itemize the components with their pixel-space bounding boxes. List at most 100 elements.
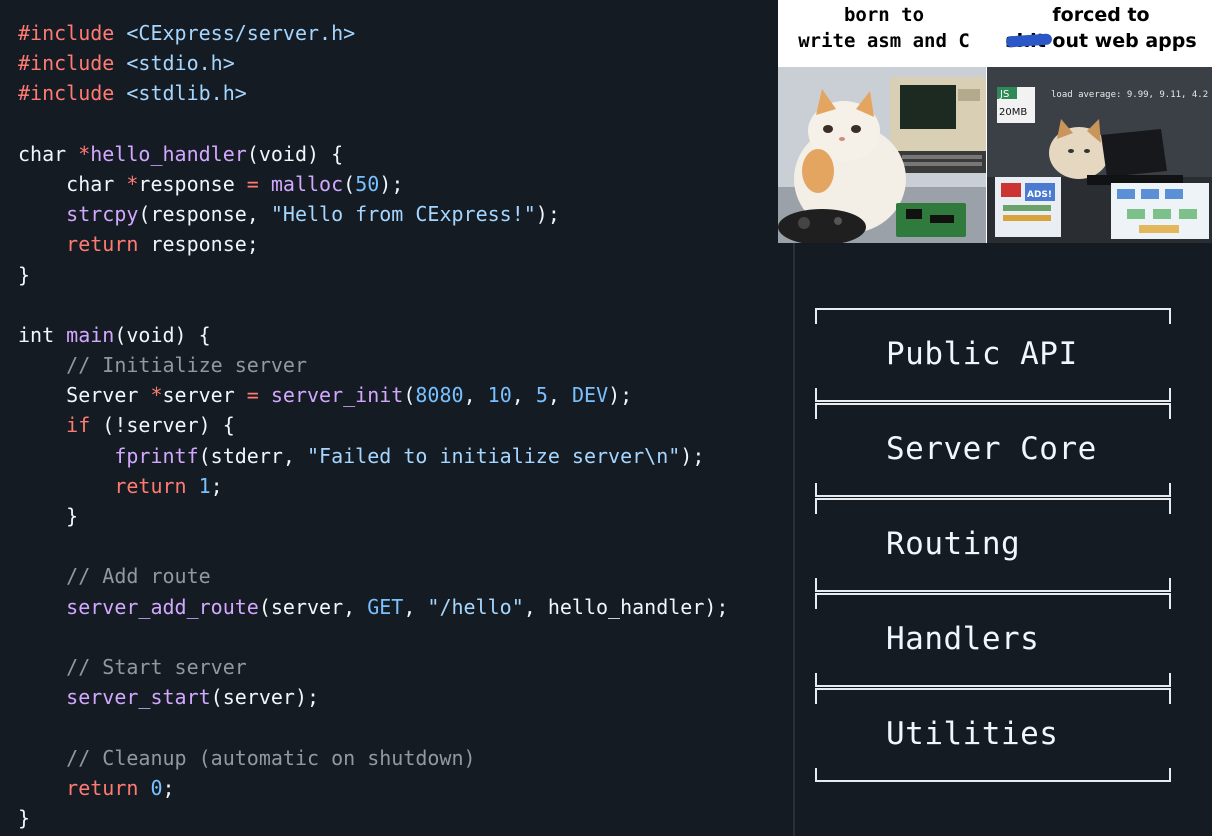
- code-token: }: [18, 805, 31, 830]
- code-token: main: [66, 322, 115, 347]
- code-token: 5: [535, 383, 548, 408]
- code-line: }: [18, 803, 728, 833]
- code-line: if (!server) {: [18, 410, 728, 440]
- meme-photo-webapp-cat: JS 20MB load average: 9.99, 9.11, 4.2 AD…: [987, 67, 1212, 243]
- code-token: char: [18, 141, 79, 166]
- code-token: );: [379, 171, 404, 196]
- code-token: GET: [367, 594, 404, 619]
- code-token: "Failed to initialize server\n": [307, 443, 681, 468]
- ads-label: ADS!: [1027, 190, 1052, 200]
- code-token: 10: [487, 383, 512, 408]
- code-token: );: [608, 383, 633, 408]
- code-token: (stderr,: [198, 443, 307, 468]
- code-token: // Start server: [18, 654, 247, 679]
- code-token: ;: [162, 775, 175, 800]
- code-token: hello_handler: [90, 141, 247, 166]
- layer-server-core: Server Core: [815, 403, 1171, 497]
- code-token: ,: [463, 383, 488, 408]
- code-token: char: [18, 171, 127, 196]
- code-token: strcpy: [66, 202, 139, 227]
- code-token: return: [114, 473, 187, 498]
- layer-handlers: Handlers: [815, 593, 1171, 687]
- code-token: ,: [403, 594, 428, 619]
- code-token: (: [343, 171, 356, 196]
- code-line: #include <stdlib.h>: [18, 78, 728, 108]
- code-line: char *response = malloc(50);: [18, 169, 728, 199]
- code-token: }: [18, 504, 79, 528]
- code-token: return: [66, 775, 139, 800]
- code-token: 0: [150, 775, 163, 800]
- code-token: "Hello from CExpress!": [270, 202, 536, 227]
- code-line: strcpy(response, "Hello from CExpress!")…: [18, 199, 728, 229]
- code-token: );: [535, 202, 560, 227]
- code-line: // Start server: [18, 652, 728, 682]
- code-token: ;: [210, 473, 223, 498]
- file-size-text: 20MB: [999, 107, 1027, 118]
- layer-label: Handlers: [886, 621, 1040, 657]
- code-token: fprintf: [114, 443, 199, 468]
- layer-label: Routing: [886, 526, 1021, 562]
- code-token: =: [246, 171, 259, 196]
- code-token: response: [138, 171, 247, 196]
- code-token: // Add route: [18, 564, 211, 589]
- code-token: <stdio.h>: [126, 51, 235, 76]
- code-line: // Initialize server: [18, 350, 728, 380]
- code-line: server_add_route(server, GET, "/hello", …: [18, 592, 728, 622]
- code-token: *: [150, 383, 163, 408]
- code-block: #include <CExpress/server.h> #include <st…: [18, 18, 728, 833]
- code-token: // Initialize server: [18, 353, 307, 378]
- code-line: // Add route: [18, 561, 728, 591]
- code-token: *: [78, 141, 91, 166]
- code-token: ,: [511, 383, 536, 408]
- code-line: server_start(server);: [18, 682, 728, 712]
- code-token: =: [246, 383, 259, 408]
- code-token: (void) {: [246, 141, 344, 166]
- layer-routing: Routing: [815, 498, 1171, 592]
- architecture-diagram: Public API Server Core Routing Handlers …: [815, 308, 1175, 788]
- layer-public-api: Public API: [815, 308, 1171, 402]
- code-token: server: [162, 383, 247, 408]
- meme-caption-right-top: forced to: [1052, 4, 1150, 26]
- code-token: int: [18, 322, 67, 347]
- code-line: Server *server = server_init(8080, 10, 5…: [18, 380, 728, 410]
- code-line: return 1;: [18, 471, 728, 501]
- code-token: "/hello": [427, 594, 524, 619]
- code-line: return response;: [18, 229, 728, 259]
- code-token: Server: [18, 383, 151, 408]
- layer-label: Public API: [886, 336, 1078, 372]
- code-token: server_init: [270, 383, 404, 408]
- code-token: (server);: [210, 685, 320, 710]
- code-token: #include: [18, 81, 127, 106]
- code-token: response;: [138, 232, 259, 257]
- layer-utilities: Utilities: [815, 688, 1171, 782]
- code-token: <stdlib.h>: [126, 81, 247, 106]
- code-token: (server,: [258, 594, 368, 619]
- code-editor-panel: #include <CExpress/server.h> #include <st…: [0, 0, 778, 836]
- code-token: malloc: [270, 171, 344, 196]
- retro-cat-illustration: [778, 67, 986, 243]
- code-token: #include: [18, 51, 127, 76]
- code-token: // Cleanup (automatic on shutdown): [18, 745, 476, 770]
- panel-divider: [793, 242, 795, 836]
- layer-label: Server Core: [886, 431, 1097, 467]
- code-token: );: [680, 443, 705, 468]
- load-average-text: load average: 9.99, 9.11, 4.2: [1051, 90, 1208, 100]
- code-line: fprintf(stderr, "Failed to initialize se…: [18, 441, 728, 471]
- js-badge-text: JS: [999, 89, 1009, 100]
- code-token: }: [18, 262, 31, 287]
- code-token: (void) {: [114, 322, 211, 347]
